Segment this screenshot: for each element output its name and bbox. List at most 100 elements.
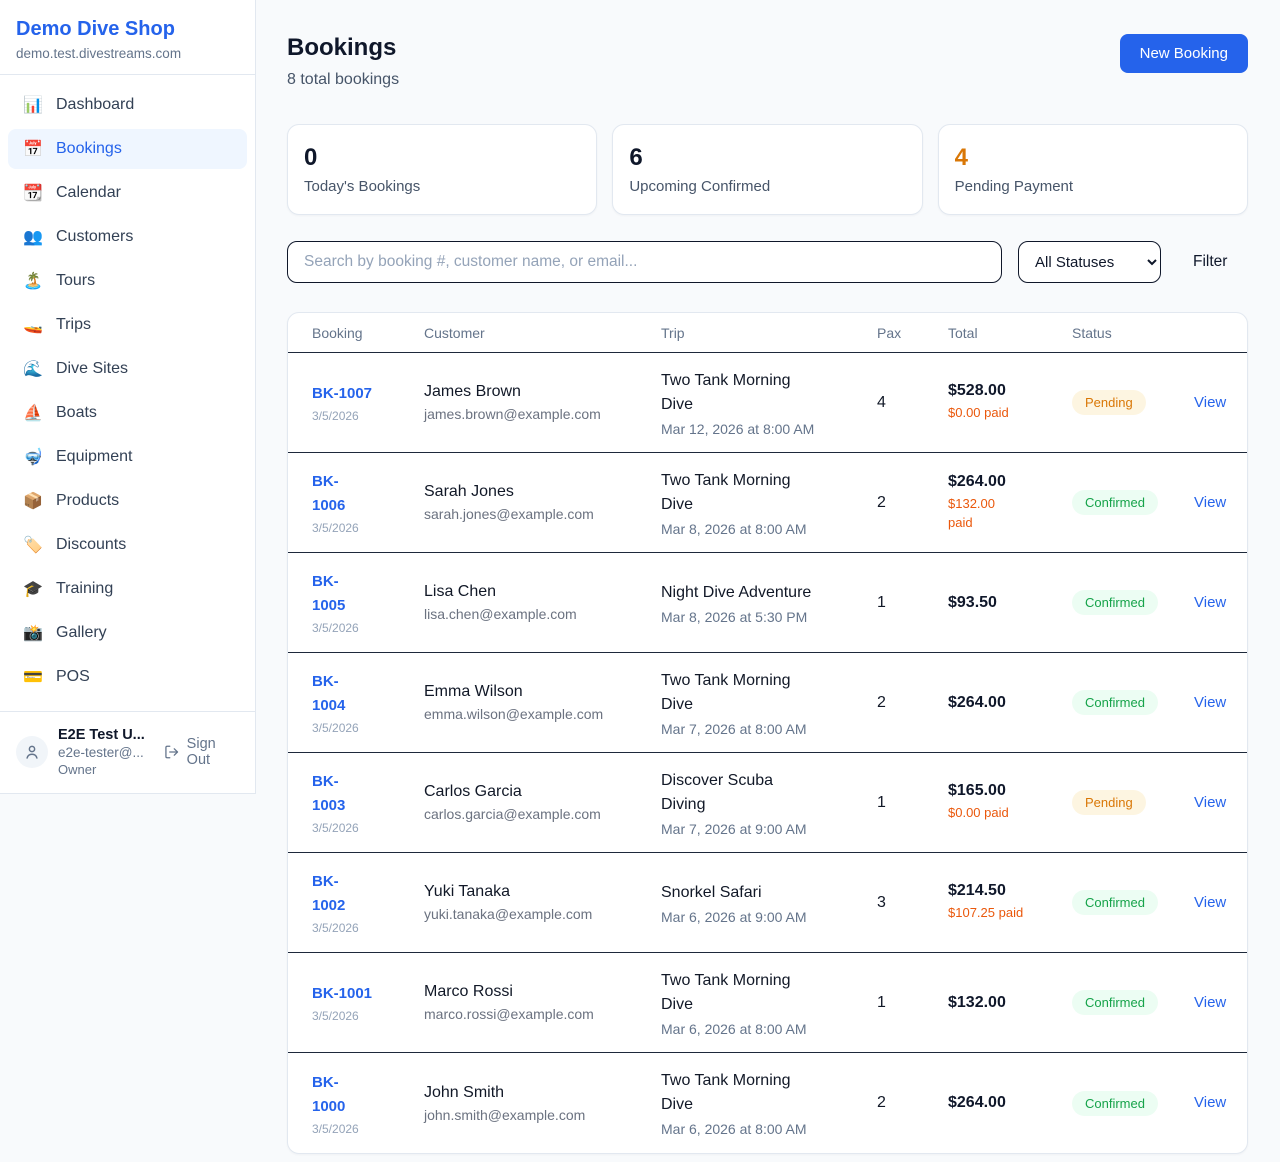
customer-name: Lisa Chen bbox=[424, 583, 661, 601]
sidebar-item-label: POS bbox=[56, 668, 90, 686]
trip-name: Two Tank Morning Dive bbox=[661, 369, 877, 417]
wave-icon: 🌊 bbox=[22, 359, 44, 379]
trip-datetime: Mar 7, 2026 at 9:00 AM bbox=[661, 821, 877, 837]
col-total: Total bbox=[948, 325, 1072, 341]
booking-id-link[interactable]: BK- 1002 bbox=[312, 870, 424, 918]
booking-date: 3/5/2026 bbox=[312, 721, 424, 735]
trip-datetime: Mar 8, 2026 at 5:30 PM bbox=[661, 609, 877, 625]
trip-name: Two Tank Morning Dive bbox=[661, 669, 877, 717]
island-icon: 🏝️ bbox=[22, 271, 44, 291]
booking-id-link[interactable]: BK- 1000 bbox=[312, 1071, 424, 1119]
actions-cell: View bbox=[1194, 494, 1226, 512]
total-cell: $264.00 bbox=[948, 694, 1072, 712]
actions-cell: View bbox=[1194, 594, 1226, 612]
total-cell: $165.00 $0.00 paid bbox=[948, 782, 1072, 823]
booking-id-link[interactable]: BK-1007 bbox=[312, 382, 424, 406]
actions-cell: View bbox=[1194, 394, 1226, 412]
customer-name: Carlos Garcia bbox=[424, 783, 661, 801]
paid-amount: $132.00 paid bbox=[948, 495, 1072, 533]
person-icon bbox=[23, 743, 41, 761]
status-badge: Confirmed bbox=[1072, 990, 1158, 1015]
booking-cell: BK- 1003 3/5/2026 bbox=[312, 770, 424, 835]
customer-name: Marco Rossi bbox=[424, 983, 661, 1001]
customer-email: lisa.chen@example.com bbox=[424, 606, 661, 622]
user-role: Owner bbox=[58, 762, 164, 779]
customer-name: John Smith bbox=[424, 1084, 661, 1102]
paid-amount: $107.25 paid bbox=[948, 904, 1072, 923]
view-link[interactable]: View bbox=[1194, 1094, 1226, 1111]
view-link[interactable]: View bbox=[1194, 594, 1226, 611]
booking-id-link[interactable]: BK- 1003 bbox=[312, 770, 424, 818]
trip-cell: Two Tank Morning Dive Mar 7, 2026 at 8:0… bbox=[661, 669, 877, 737]
booking-id-link[interactable]: BK-1001 bbox=[312, 982, 424, 1006]
customer-name: James Brown bbox=[424, 383, 661, 401]
status-cell: Pending bbox=[1072, 790, 1194, 815]
view-link[interactable]: View bbox=[1194, 994, 1226, 1011]
table-body: BK-1007 3/5/2026 James Brown james.brown… bbox=[288, 353, 1247, 1153]
filter-button[interactable]: Filter bbox=[1193, 253, 1227, 271]
sidebar-item-discounts[interactable]: 🏷️ Discounts bbox=[8, 525, 247, 565]
new-booking-button[interactable]: New Booking bbox=[1120, 34, 1248, 73]
sidebar-item-pos[interactable]: 💳 POS bbox=[8, 657, 247, 697]
trip-cell: Discover Scuba Diving Mar 7, 2026 at 9:0… bbox=[661, 769, 877, 837]
total-amount: $264.00 bbox=[948, 1094, 1072, 1112]
sidebar-item-calendar[interactable]: 📆 Calendar bbox=[8, 173, 247, 213]
booking-cell: BK-1007 3/5/2026 bbox=[312, 382, 424, 423]
sidebar-item-dashboard[interactable]: 📊 Dashboard bbox=[8, 85, 247, 125]
sidebar-item-trips[interactable]: 🚤 Trips bbox=[8, 305, 247, 345]
booking-id-link[interactable]: BK- 1006 bbox=[312, 470, 424, 518]
sidebar-item-equipment[interactable]: 🤿 Equipment bbox=[8, 437, 247, 477]
sidebar-item-label: Boats bbox=[56, 404, 97, 422]
bookings-table: Booking Customer Trip Pax Total Status B… bbox=[287, 312, 1248, 1154]
sidebar-item-bookings[interactable]: 📅 Bookings bbox=[8, 129, 247, 169]
actions-cell: View bbox=[1194, 694, 1226, 712]
sidebar-item-tours[interactable]: 🏝️ Tours bbox=[8, 261, 247, 301]
trip-datetime: Mar 12, 2026 at 8:00 AM bbox=[661, 421, 877, 437]
sidebar-item-customers[interactable]: 👥 Customers bbox=[8, 217, 247, 257]
sidebar-item-label: Discounts bbox=[56, 536, 126, 554]
booking-date: 3/5/2026 bbox=[312, 521, 424, 535]
sidebar-item-label: Equipment bbox=[56, 448, 133, 466]
sidebar-item-dive-sites[interactable]: 🌊 Dive Sites bbox=[8, 349, 247, 389]
status-badge: Pending bbox=[1072, 790, 1146, 815]
search-input[interactable] bbox=[287, 241, 1002, 283]
credit-card-icon: 💳 bbox=[22, 667, 44, 687]
view-link[interactable]: View bbox=[1194, 894, 1226, 911]
customer-cell: Yuki Tanaka yuki.tanaka@example.com bbox=[424, 883, 661, 922]
trip-cell: Two Tank Morning Dive Mar 6, 2026 at 8:0… bbox=[661, 1069, 877, 1137]
sign-out-button[interactable]: Sign Out bbox=[164, 736, 241, 768]
table-row: BK- 1004 3/5/2026 Emma Wilson emma.wilso… bbox=[288, 653, 1247, 753]
actions-cell: View bbox=[1194, 894, 1226, 912]
sidebar-item-boats[interactable]: ⛵ Boats bbox=[8, 393, 247, 433]
booking-date: 3/5/2026 bbox=[312, 1009, 424, 1023]
sidebar-item-training[interactable]: 🎓 Training bbox=[8, 569, 247, 609]
logout-icon bbox=[164, 744, 179, 760]
sidebar-item-gallery[interactable]: 📸 Gallery bbox=[8, 613, 247, 653]
view-link[interactable]: View bbox=[1194, 394, 1226, 411]
booking-cell: BK- 1006 3/5/2026 bbox=[312, 470, 424, 535]
customer-cell: Sarah Jones sarah.jones@example.com bbox=[424, 483, 661, 522]
customer-email: yuki.tanaka@example.com bbox=[424, 906, 661, 922]
stat-card: 4 Pending Payment bbox=[938, 124, 1248, 215]
camera-icon: 📸 bbox=[22, 623, 44, 643]
view-link[interactable]: View bbox=[1194, 794, 1226, 811]
filter-bar: All Statuses Filter bbox=[287, 241, 1248, 283]
pax-value: 3 bbox=[877, 894, 948, 912]
booking-id-link[interactable]: BK- 1005 bbox=[312, 570, 424, 618]
view-link[interactable]: View bbox=[1194, 494, 1226, 511]
trip-cell: Night Dive Adventure Mar 8, 2026 at 5:30… bbox=[661, 581, 877, 625]
booking-id-link[interactable]: BK- 1004 bbox=[312, 670, 424, 718]
sidebar-item-products[interactable]: 📦 Products bbox=[8, 481, 247, 521]
total-cell: $264.00 bbox=[948, 1094, 1072, 1112]
sidebar-item-label: Calendar bbox=[56, 184, 121, 202]
sidebar: Demo Dive Shop demo.test.divestreams.com… bbox=[0, 0, 256, 794]
stat-value: 6 bbox=[629, 144, 905, 172]
status-cell: Confirmed bbox=[1072, 890, 1194, 915]
actions-cell: View bbox=[1194, 994, 1226, 1012]
view-link[interactable]: View bbox=[1194, 694, 1226, 711]
status-cell: Pending bbox=[1072, 390, 1194, 415]
total-amount: $165.00 bbox=[948, 782, 1072, 800]
status-select[interactable]: All Statuses bbox=[1018, 241, 1161, 283]
status-cell: Confirmed bbox=[1072, 490, 1194, 515]
sidebar-item-label: Dive Sites bbox=[56, 360, 128, 378]
